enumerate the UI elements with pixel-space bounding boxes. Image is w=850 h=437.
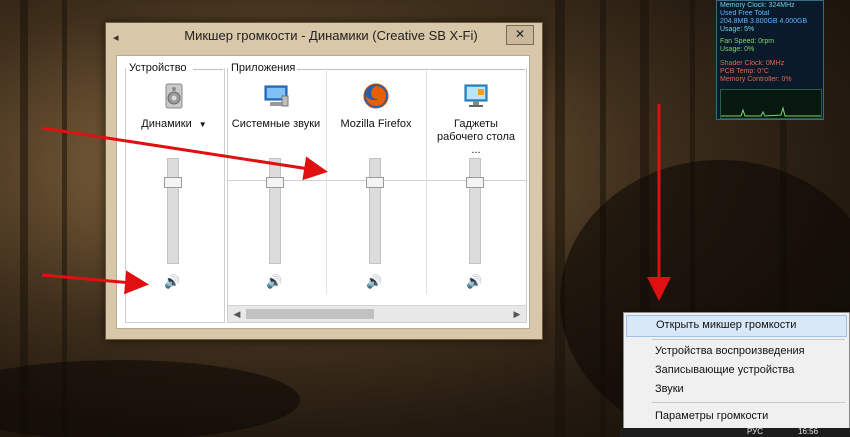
channel-label: Гаджеты рабочего стола ... bbox=[436, 118, 516, 156]
usage-graph bbox=[720, 89, 822, 119]
volume-slider-firefox[interactable] bbox=[366, 158, 384, 264]
gadget-row: 204.8MB 3.800GB 4.000GB bbox=[720, 18, 808, 25]
channel-gadgets: Гаджеты рабочего стола ... 🔊 bbox=[428, 68, 524, 294]
clock[interactable]: 16:56 bbox=[798, 427, 818, 436]
slider-thumb[interactable] bbox=[266, 177, 284, 188]
channel-divider bbox=[326, 68, 327, 294]
channel-system-sounds: Системные звуки 🔊 bbox=[228, 68, 324, 294]
slider-thumb[interactable] bbox=[466, 177, 484, 188]
speaker-small-icon: ◂ bbox=[113, 32, 119, 44]
horizontal-scrollbar[interactable]: ◀ ▶ bbox=[228, 305, 526, 322]
menu-item-playback-devices[interactable]: Устройства воспроизведения bbox=[626, 341, 847, 361]
mute-speaker-icon[interactable]: 🔊 bbox=[266, 274, 282, 290]
mixer-client-area: Устройство Приложения Динамики ▼ 🔊 Систе… bbox=[116, 55, 530, 329]
window-title: Микшер громкости - Динамики (Creative SB… bbox=[184, 28, 478, 43]
menu-item-sounds[interactable]: Звуки bbox=[626, 379, 847, 399]
gadget-row: Used Free Total bbox=[720, 10, 770, 17]
device-group: Динамики ▼ 🔊 bbox=[125, 68, 225, 323]
scroll-right-icon[interactable]: ▶ bbox=[510, 308, 524, 320]
mute-speaker-icon[interactable]: 🔊 bbox=[366, 274, 382, 290]
volume-slider-speakers[interactable] bbox=[164, 158, 182, 264]
gadget-row: PCB Temp: 0°C bbox=[720, 68, 769, 75]
language-indicator[interactable]: РУС bbox=[747, 427, 763, 436]
gadget-row: Usage: 0% bbox=[720, 46, 755, 53]
volume-slider-gadgets[interactable] bbox=[466, 158, 484, 264]
slider-thumb[interactable] bbox=[164, 177, 182, 188]
slider-thumb[interactable] bbox=[366, 177, 384, 188]
menu-item-recording-devices[interactable]: Записывающие устройства bbox=[626, 360, 847, 380]
gadget-row: Shader Clock: 0MHz bbox=[720, 60, 785, 67]
device-dropdown[interactable]: Динамики ▼ bbox=[126, 118, 222, 131]
system-sounds-icon bbox=[264, 85, 289, 107]
menu-item-open-mixer[interactable]: Открыть микшер громкости bbox=[626, 315, 847, 337]
volume-context-menu: Открыть микшер громкости Устройства восп… bbox=[623, 312, 850, 430]
menu-separator bbox=[652, 339, 845, 340]
chevron-down-icon: ▼ bbox=[198, 120, 207, 129]
channel-speakers: Динамики ▼ 🔊 bbox=[126, 68, 222, 294]
mute-speaker-icon[interactable]: 🔊 bbox=[466, 274, 482, 290]
channel-label: Системные звуки bbox=[231, 118, 321, 130]
apps-group: Системные звуки 🔊 Mozilla Firefox 🔊 Гадж… bbox=[227, 68, 527, 323]
menu-item-volume-settings[interactable]: Параметры громкости bbox=[626, 406, 847, 426]
scroll-thumb[interactable] bbox=[246, 309, 374, 319]
gadgets-icon bbox=[464, 84, 488, 107]
channel-label: Mozilla Firefox bbox=[340, 118, 412, 130]
gadget-row: Memory Controller: 0% bbox=[720, 76, 792, 83]
gadget-row: Usage: 5% bbox=[720, 26, 755, 33]
firefox-icon bbox=[363, 83, 389, 109]
gadget-row: Memory Clock: 324MHz bbox=[720, 2, 795, 9]
scroll-left-icon[interactable]: ◀ bbox=[230, 308, 244, 320]
gpu-monitor-gadget: Memory Clock: 324MHz Used Free Total 204… bbox=[716, 0, 824, 120]
device-dropdown-label: Динамики bbox=[141, 118, 192, 130]
mute-speaker-icon[interactable]: 🔊 bbox=[164, 274, 180, 290]
gadget-row: Fan Speed: 0rpm bbox=[720, 38, 775, 45]
taskbar-tray: РУС 16:56 bbox=[620, 427, 850, 437]
volume-mixer-window: ◂ Микшер громкости - Динамики (Creative … bbox=[105, 22, 543, 340]
channel-firefox: Mozilla Firefox 🔊 bbox=[328, 68, 424, 294]
volume-slider-system-sounds[interactable] bbox=[266, 158, 284, 264]
speakers-icon bbox=[165, 83, 183, 109]
menu-separator bbox=[652, 402, 845, 403]
close-button[interactable]: ✕ bbox=[506, 25, 534, 45]
channel-divider bbox=[426, 68, 427, 294]
title-bar[interactable]: ◂ Микшер громкости - Динамики (Creative … bbox=[106, 23, 542, 53]
